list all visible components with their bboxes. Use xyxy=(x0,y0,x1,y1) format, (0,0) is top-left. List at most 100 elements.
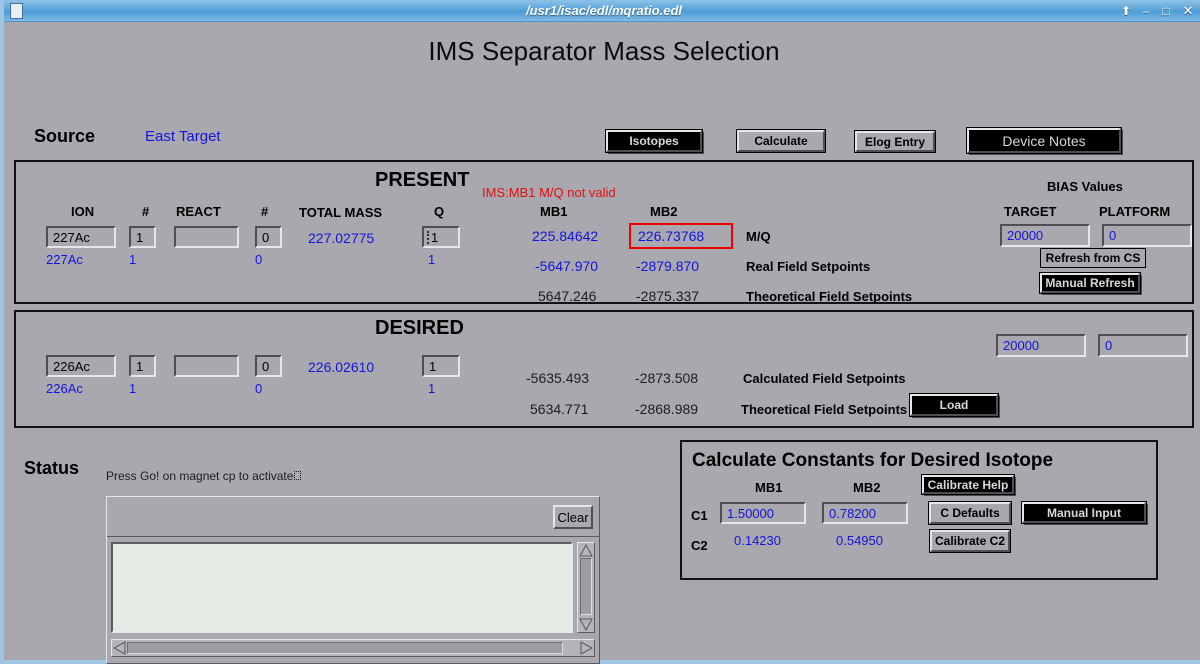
header-ion: ION xyxy=(71,204,94,219)
header-total-mass: TOTAL MASS xyxy=(299,205,382,220)
desired-total-mass: 226.02610 xyxy=(308,359,374,375)
manual-refresh-button[interactable]: Manual Refresh xyxy=(1040,273,1140,293)
present-ion-readback: 227Ac xyxy=(46,252,83,267)
calc-row-label-c1: C1 xyxy=(691,508,708,523)
present-error-message: IMS:MB1 M/Q not valid xyxy=(482,185,616,200)
present-react-count-readback: 0 xyxy=(255,252,262,267)
text-caret-icon xyxy=(427,231,429,244)
calibrate-c2-button[interactable]: Calibrate C2 xyxy=(930,530,1010,552)
calc-row-label-c2: C2 xyxy=(691,538,708,553)
status-log-textarea[interactable] xyxy=(111,542,573,633)
calc-c2-mb1-value: 0.14230 xyxy=(734,533,781,548)
manual-input-button[interactable]: Manual Input xyxy=(1022,502,1146,523)
page-title: IMS Separator Mass Selection xyxy=(8,36,1200,67)
calc-c2-mb2-value: 0.54950 xyxy=(836,533,883,548)
header-mb1: MB1 xyxy=(540,204,567,219)
header-ion-count: # xyxy=(142,204,149,219)
present-theo-mb1: 5647.246 xyxy=(538,288,596,304)
status-log-horizontal-scrollbar[interactable] xyxy=(111,639,595,657)
bias-platform-label: PLATFORM xyxy=(1099,204,1170,219)
desired-react-input[interactable] xyxy=(174,355,239,377)
present-mq-mb1: 225.84642 xyxy=(532,228,598,244)
present-ion-input[interactable]: 227Ac xyxy=(46,226,116,248)
status-log-frame: Clear xyxy=(106,496,600,664)
desired-theoretical-mb2: -2868.989 xyxy=(635,401,698,417)
calc-header-mb1: MB1 xyxy=(755,480,782,495)
present-total-mass: 227.02775 xyxy=(308,230,374,246)
calculate-constants-panel: Calculate Constants for Desired Isotope … xyxy=(680,440,1158,580)
bias-target-input[interactable]: 20000 xyxy=(1000,224,1090,247)
desired-react-count-input[interactable]: 0 xyxy=(255,355,282,377)
desired-ion-input[interactable]: 226Ac xyxy=(46,355,116,377)
desired-panel: DESIRED 226Ac 226Ac 1 1 0 0 226.02610 1 … xyxy=(14,310,1194,428)
status-label: Status xyxy=(24,458,79,479)
application-window: /usr1/isac/edl/mqratio.edl ⬆ – □ ✕ IMS S… xyxy=(0,0,1200,664)
title-bar: /usr1/isac/edl/mqratio.edl ⬆ – □ ✕ xyxy=(4,0,1200,22)
present-q-input[interactable]: 1 xyxy=(422,226,460,248)
present-real-mb2: -2879.870 xyxy=(636,258,699,274)
minimize-window-button[interactable]: – xyxy=(1138,3,1154,19)
present-mq-mb2-alarm-highlight xyxy=(629,223,733,249)
header-mb2: MB2 xyxy=(650,204,677,219)
calc-c1-mb1-input[interactable]: 1.50000 xyxy=(720,502,806,524)
header-react: REACT xyxy=(176,204,221,219)
present-row-label-mq: M/Q xyxy=(746,229,771,244)
isotopes-button[interactable]: Isotopes xyxy=(606,130,702,152)
status-log-vertical-scrollbar[interactable] xyxy=(577,542,595,633)
scroll-left-arrow-icon[interactable] xyxy=(113,641,126,655)
present-row-label-theoretical: Theoretical Field Setpoints xyxy=(746,289,912,304)
desired-ion-count-readback: 1 xyxy=(129,381,136,396)
refresh-from-cs-button[interactable]: Refresh from CS xyxy=(1040,248,1146,268)
desired-ion-readback: 226Ac xyxy=(46,381,83,396)
clear-button[interactable]: Clear xyxy=(553,505,593,529)
status-message: Press Go! on magnet cp to activate xyxy=(106,469,301,483)
bias-platform-input[interactable]: 0 xyxy=(1102,224,1192,247)
load-button[interactable]: Load xyxy=(910,394,998,416)
present-panel: PRESENT IMS:MB1 M/Q not valid ION # REAC… xyxy=(14,160,1194,304)
status-message-text: Press Go! on magnet cp to activate xyxy=(106,469,293,483)
calc-c1-mb2-input[interactable]: 0.78200 xyxy=(822,502,908,524)
present-real-mb1: -5647.970 xyxy=(535,258,598,274)
c-defaults-button[interactable]: C Defaults xyxy=(929,502,1011,524)
header-q: Q xyxy=(434,204,444,219)
desired-q-input[interactable]: 1 xyxy=(422,355,460,377)
status-log-horizontal-thumb[interactable] xyxy=(127,642,563,654)
desired-bias-target-input[interactable]: 20000 xyxy=(996,334,1086,357)
device-notes-button[interactable]: Device Notes xyxy=(967,128,1121,153)
desired-q-readback: 1 xyxy=(428,381,435,396)
unknown-char-glyph-icon xyxy=(294,471,301,480)
scroll-down-arrow-icon[interactable] xyxy=(579,618,593,631)
desired-ion-count-input[interactable]: 1 xyxy=(129,355,156,377)
calculate-button[interactable]: Calculate xyxy=(737,130,825,152)
source-label: Source xyxy=(34,126,95,147)
present-react-count-input[interactable]: 0 xyxy=(255,226,282,248)
present-section-title: PRESENT xyxy=(375,169,469,192)
status-log-toolbar: Clear xyxy=(107,497,599,537)
desired-section-title: DESIRED xyxy=(375,317,464,340)
maximize-window-button[interactable]: □ xyxy=(1158,3,1174,19)
present-theo-mb2: -2875.337 xyxy=(636,288,699,304)
header-react-count: # xyxy=(261,204,268,219)
scroll-up-arrow-icon[interactable] xyxy=(579,544,593,557)
present-q-input-value: 1 xyxy=(431,230,438,245)
status-log-body xyxy=(111,542,595,657)
desired-calculated-mb2: -2873.508 xyxy=(635,370,698,386)
elog-entry-button[interactable]: Elog Entry xyxy=(855,131,935,152)
desired-row-label-calculated: Calculated Field Setpoints xyxy=(743,371,906,386)
present-react-input[interactable] xyxy=(174,226,239,248)
present-row-label-real: Real Field Setpoints xyxy=(746,259,870,274)
shade-window-button[interactable]: ⬆ xyxy=(1118,3,1134,19)
status-log-vertical-thumb[interactable] xyxy=(580,558,592,615)
desired-react-count-readback: 0 xyxy=(255,381,262,396)
desired-bias-platform-input[interactable]: 0 xyxy=(1098,334,1188,357)
calculate-constants-title: Calculate Constants for Desired Isotope xyxy=(692,450,1053,472)
scroll-right-arrow-icon[interactable] xyxy=(580,641,593,655)
panel-content: IMS Separator Mass Selection Source East… xyxy=(8,22,1200,660)
calc-header-mb2: MB2 xyxy=(853,480,880,495)
present-ion-count-readback: 1 xyxy=(129,252,136,267)
calibrate-help-button[interactable]: Calibrate Help xyxy=(922,475,1014,494)
present-ion-count-input[interactable]: 1 xyxy=(129,226,156,248)
window-title: /usr1/isac/edl/mqratio.edl xyxy=(4,0,1200,22)
present-q-readback: 1 xyxy=(428,252,435,267)
close-window-button[interactable]: ✕ xyxy=(1180,3,1196,19)
